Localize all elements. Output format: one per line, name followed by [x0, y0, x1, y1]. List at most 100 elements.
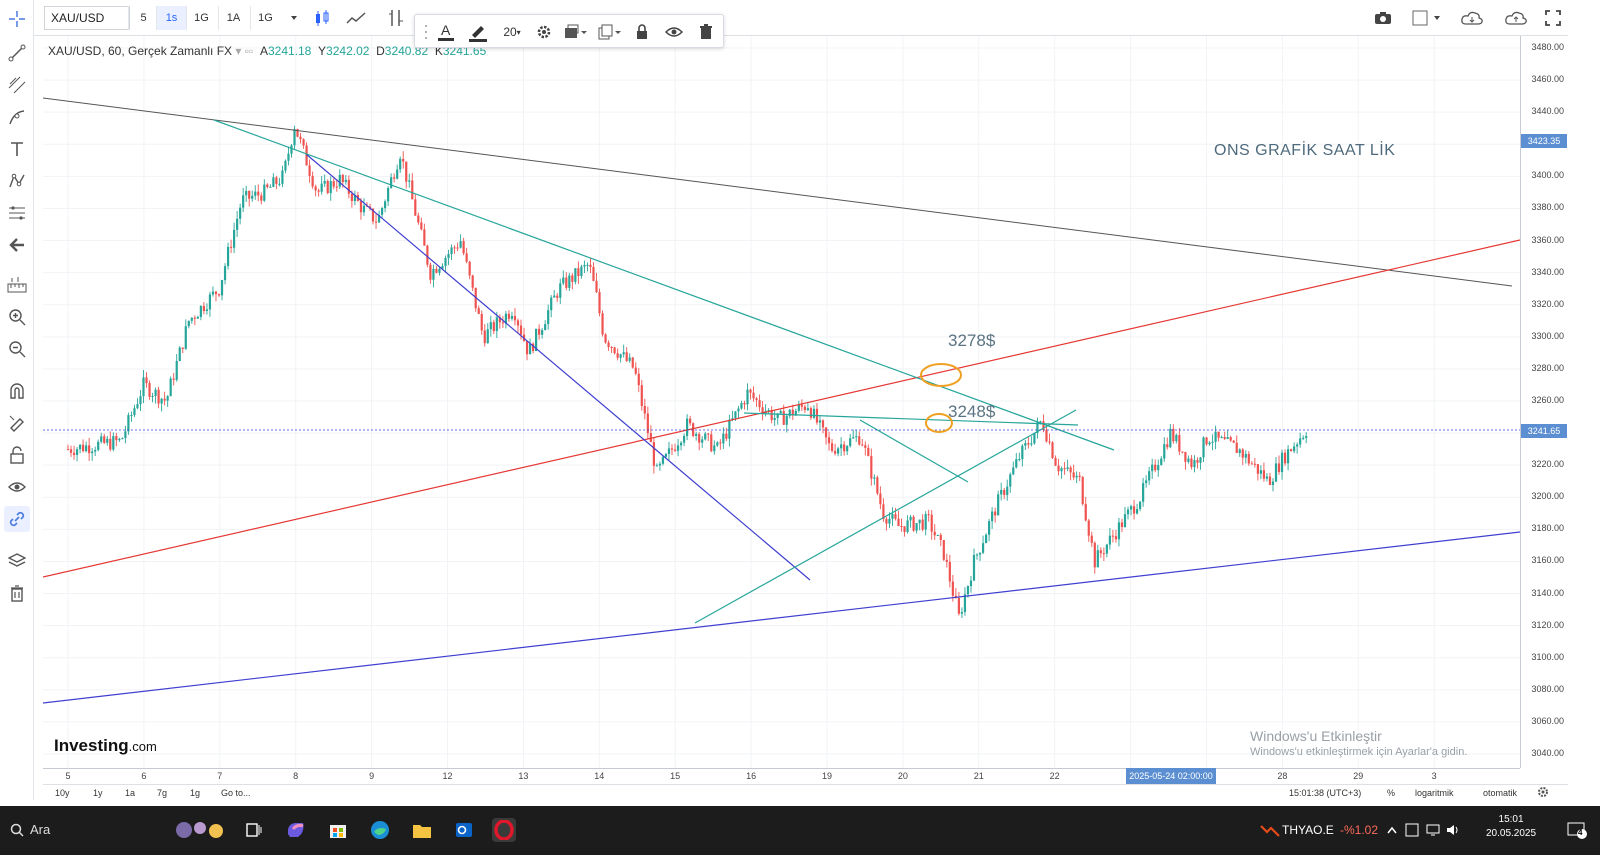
back-arrow-icon[interactable] [4, 232, 30, 258]
timeframe-5[interactable]: 5 [128, 6, 158, 30]
edge-browser-icon[interactable] [368, 818, 392, 842]
candle-body [667, 448, 671, 454]
trend-line-icon[interactable] [4, 40, 30, 66]
page-scrollbar[interactable] [1568, 0, 1600, 802]
annotation-target-3278[interactable]: 3278$ [948, 331, 995, 351]
lock-icon[interactable] [629, 20, 655, 44]
remove-all-trash-icon[interactable] [4, 580, 30, 606]
settings-gear-icon[interactable] [531, 20, 557, 44]
indicators-icon[interactable] [342, 6, 370, 30]
opera-browser-icon[interactable] [492, 818, 516, 842]
candle-body [184, 326, 187, 349]
candle-body [924, 514, 927, 530]
range-1a[interactable]: 1a [125, 788, 135, 798]
candle-body [1084, 504, 1087, 521]
trash-icon[interactable] [693, 20, 719, 44]
candle-body [332, 181, 335, 187]
text-tool-icon[interactable] [4, 136, 30, 162]
store-icon[interactable] [326, 818, 350, 842]
candle-body [1069, 467, 1072, 473]
tray-app-icon[interactable] [1402, 818, 1422, 842]
crosshair-icon[interactable] [4, 6, 30, 32]
zoom-in-icon[interactable] [4, 304, 30, 330]
timeframe-1a[interactable]: 1A [218, 6, 248, 30]
copilot-icon[interactable] [284, 818, 308, 842]
symbol-input[interactable]: XAU/USD [44, 6, 130, 30]
candle-body [1184, 451, 1187, 462]
candle-body [127, 415, 130, 432]
pitchfork-icon[interactable] [4, 104, 30, 130]
line-color-icon[interactable] [465, 20, 491, 44]
stock-ticker-name[interactable]: THYAO.E [1282, 823, 1334, 837]
auto-toggle[interactable]: otomatik [1483, 788, 1517, 798]
cloud-load-icon[interactable] [1456, 6, 1488, 30]
candle-body [1296, 444, 1299, 447]
notification-icon[interactable]: 4 [1565, 818, 1589, 842]
time-tick-label: 19 [821, 771, 833, 781]
candle-body [818, 420, 822, 423]
visibility-eye-icon[interactable] [661, 20, 687, 44]
candle-body [538, 328, 541, 335]
compare-icon[interactable] [382, 6, 410, 30]
network-icon[interactable] [1424, 818, 1442, 842]
candle-body [396, 169, 399, 179]
sync-link-icon[interactable] [4, 506, 30, 532]
candle-body [628, 357, 631, 361]
search-highlight-icon[interactable] [172, 818, 228, 842]
drag-handle-icon[interactable] [421, 20, 431, 44]
percent-toggle[interactable]: % [1387, 788, 1395, 798]
log-toggle[interactable]: logaritmik [1415, 788, 1454, 798]
measure-icon[interactable] [4, 272, 30, 298]
color-picker-icon[interactable] [1408, 6, 1446, 30]
file-explorer-icon[interactable] [410, 818, 434, 842]
bottom-settings-gear-icon[interactable] [1537, 786, 1549, 800]
parallel-channel-icon[interactable] [4, 72, 30, 98]
pattern-tool-icon[interactable] [4, 168, 30, 194]
range-1y[interactable]: 1y [93, 788, 103, 798]
candle-body [66, 449, 70, 451]
clone-icon[interactable] [595, 20, 625, 44]
candle-body [670, 448, 674, 450]
candle-body [740, 403, 743, 409]
zoom-out-icon[interactable] [4, 336, 30, 362]
tray-chevron-up-icon[interactable] [1384, 818, 1400, 842]
taskbar-clock[interactable]: 15:01 20.05.2025 [1486, 813, 1536, 841]
fullscreen-icon[interactable] [1540, 6, 1566, 30]
screenshot-camera-icon[interactable] [1368, 6, 1398, 30]
goto-button[interactable]: Go to... [221, 788, 251, 798]
timeframe-1g-2[interactable]: 1G [250, 6, 280, 30]
candle-body [344, 179, 347, 183]
draw-mode-icon[interactable] [4, 410, 30, 436]
range-1g[interactable]: 1g [190, 788, 200, 798]
text-color-icon[interactable]: A [433, 20, 459, 44]
candle-body [435, 268, 438, 273]
annotation-title[interactable]: ONS GRAFİK SAAT LİK [1214, 142, 1395, 160]
timeframe-1s[interactable]: 1s [156, 6, 186, 30]
outlook-icon[interactable] [452, 818, 476, 842]
open-label: A [259, 44, 268, 58]
volume-icon[interactable] [1444, 818, 1462, 842]
range-10y[interactable]: 10y [55, 788, 70, 798]
candle-body [1172, 428, 1175, 442]
lock-drawings-icon[interactable] [4, 442, 30, 468]
task-view-icon[interactable] [242, 818, 266, 842]
annotation-target-3248[interactable]: 3248$ [948, 402, 995, 422]
candle-body [1169, 428, 1172, 448]
candle-body [115, 436, 118, 441]
timeframe-dropdown-icon[interactable] [280, 6, 308, 30]
candle-body [994, 511, 997, 516]
fibonacci-icon[interactable] [4, 200, 30, 226]
object-tree-icon[interactable] [561, 20, 591, 44]
hide-drawings-eye-icon[interactable] [4, 474, 30, 500]
magnet-icon[interactable] [4, 378, 30, 404]
layers-icon[interactable] [4, 548, 30, 574]
font-size-select[interactable]: 20 ▾ [497, 20, 527, 44]
range-7g[interactable]: 7g [157, 788, 167, 798]
cloud-save-icon[interactable] [1500, 6, 1532, 30]
candle-body [682, 435, 686, 443]
candle-style-icon[interactable] [308, 6, 336, 30]
candle-body [438, 268, 441, 273]
candle-body [1126, 509, 1130, 515]
time-axis[interactable]: 56789121314151619202122232728293 [43, 768, 1520, 784]
timeframe-1g[interactable]: 1G [186, 6, 216, 30]
